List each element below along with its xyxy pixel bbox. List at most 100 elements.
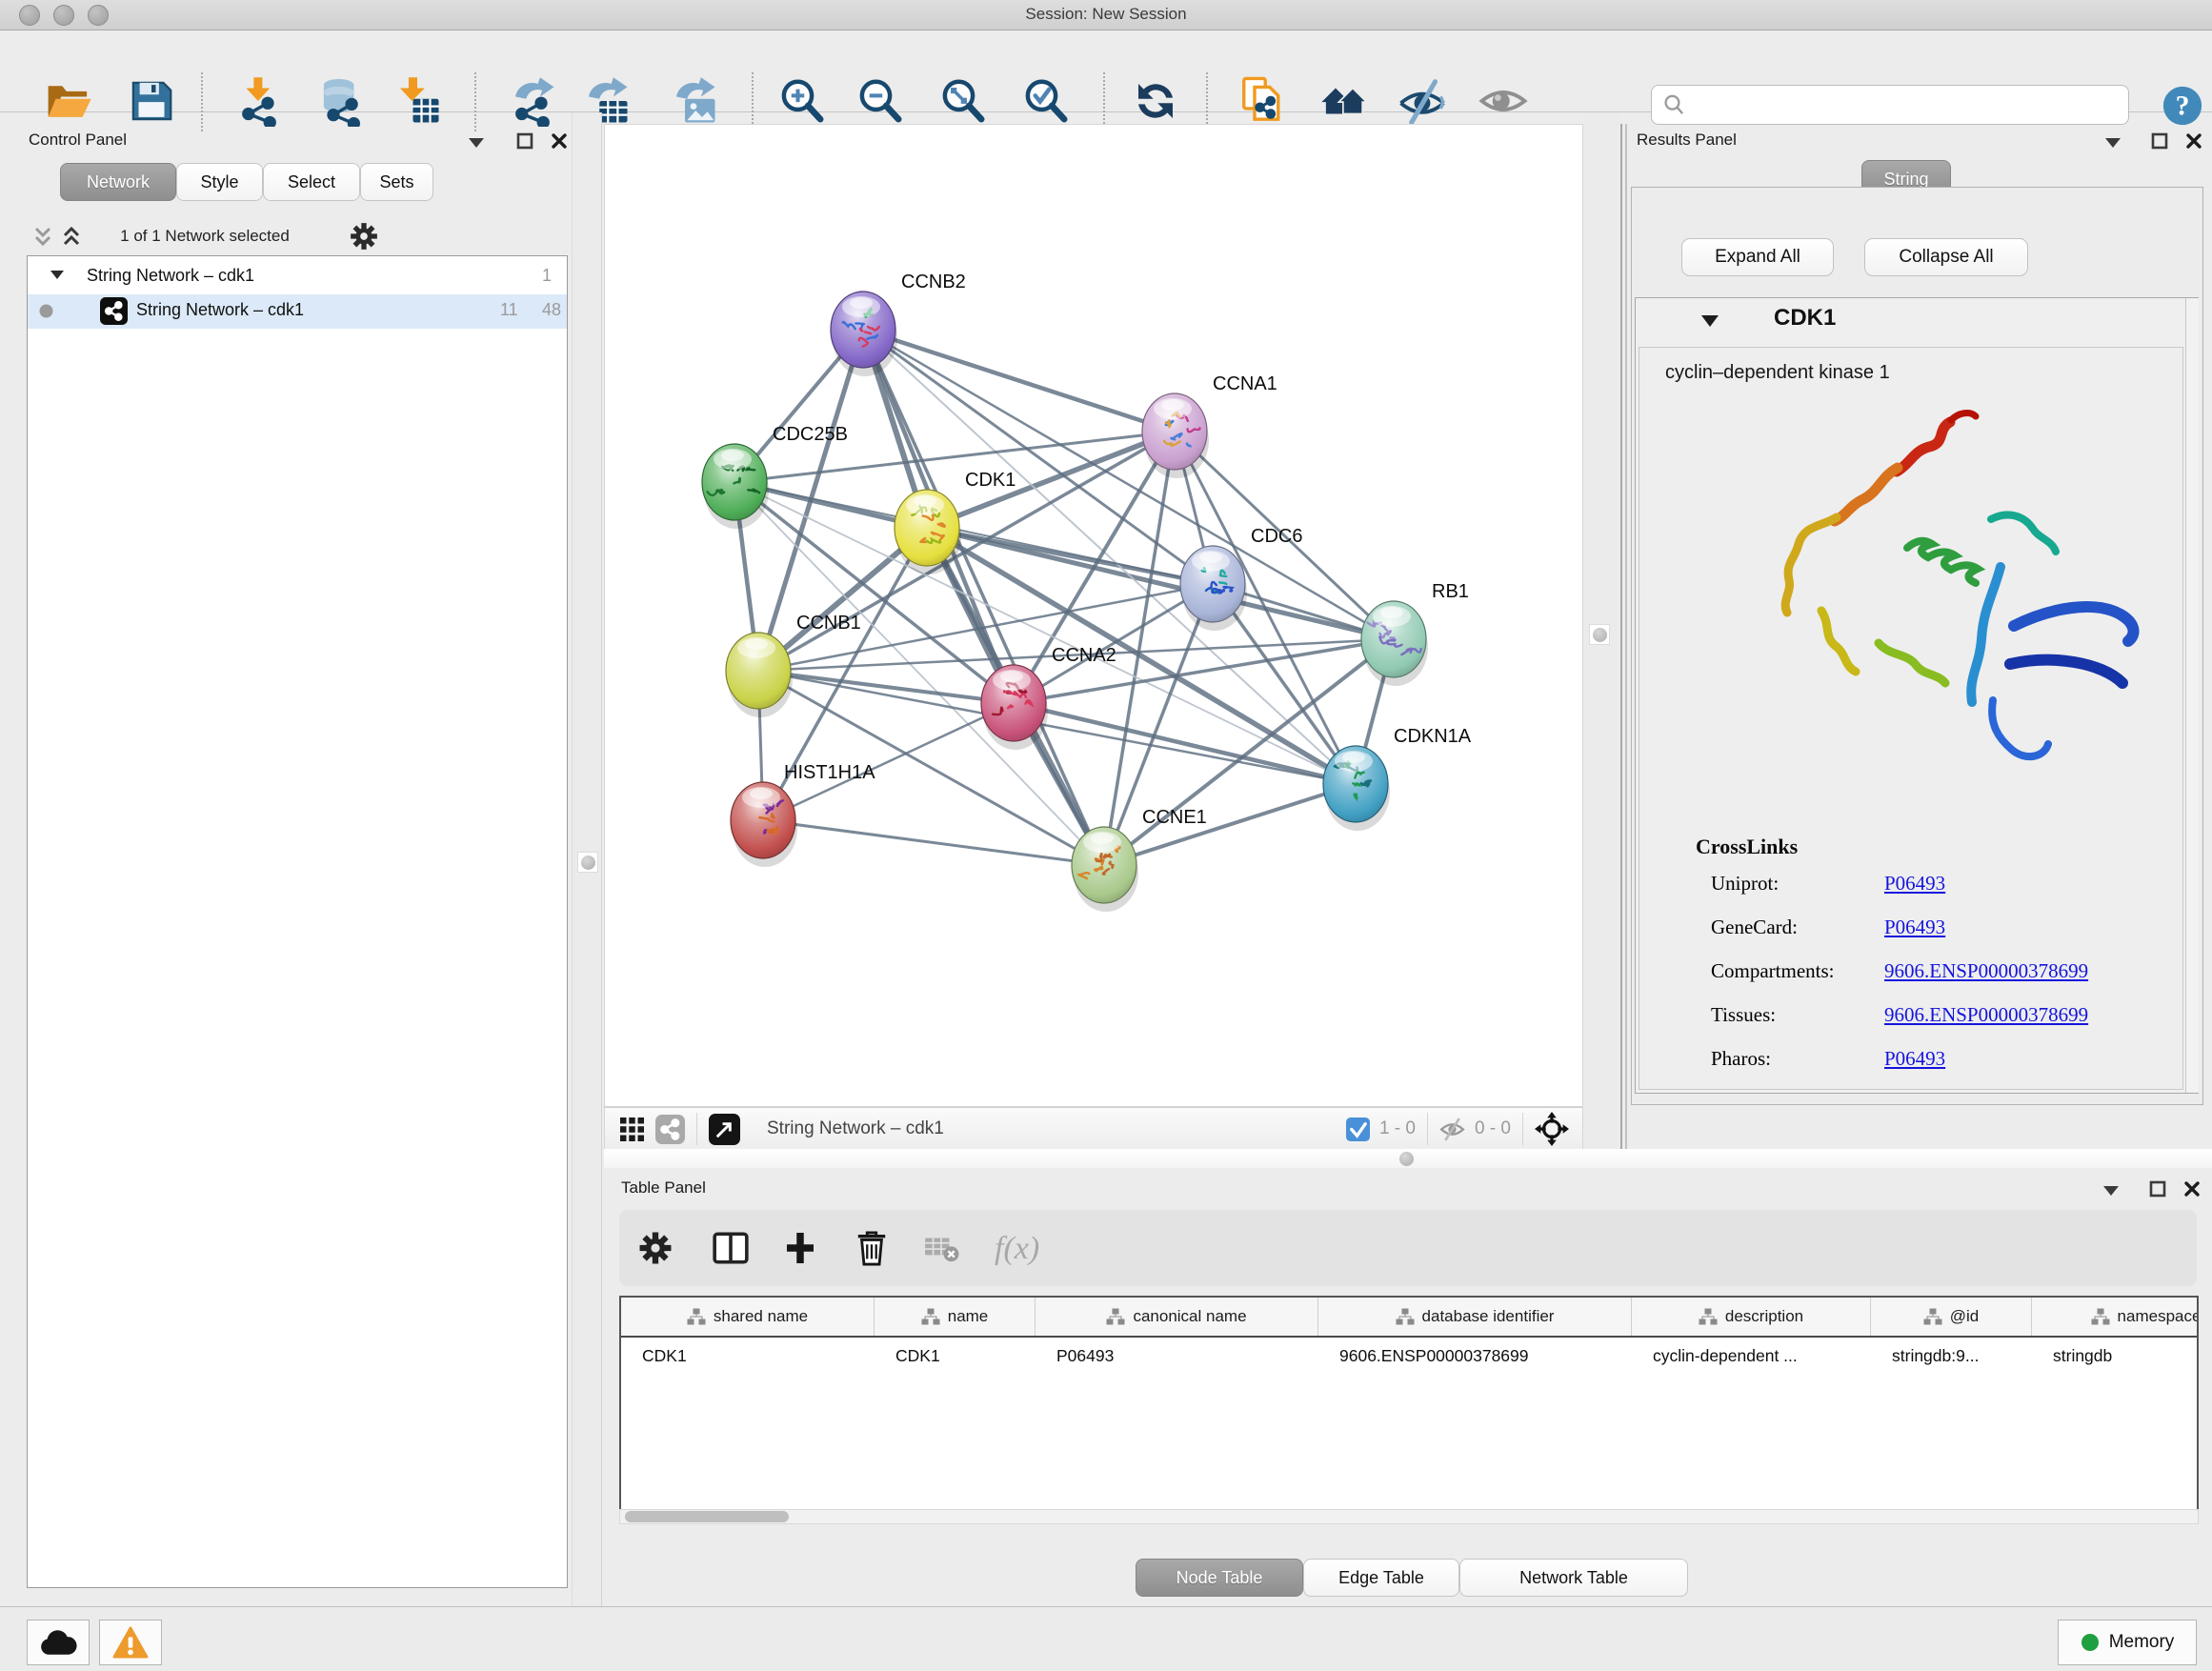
column-header-description[interactable]: description [1632, 1298, 1871, 1336]
collapse-all-button[interactable]: Collapse All [1864, 238, 2028, 276]
refresh-icon[interactable] [1128, 73, 1183, 129]
network-share-view-icon[interactable] [655, 1115, 685, 1144]
delete-table-icon [916, 1223, 966, 1273]
selected-checkbox-icon[interactable] [1346, 1117, 1370, 1141]
node-label-CDK1: CDK1 [965, 470, 1016, 491]
network-options-gear-icon[interactable] [349, 221, 379, 252]
selected-count: 1 - 0 [1379, 1118, 1416, 1139]
import-network-icon[interactable] [231, 73, 287, 129]
search-field[interactable] [1651, 85, 2129, 125]
control-panel-float-icon[interactable] [516, 132, 533, 150]
warning-status-button[interactable] [99, 1620, 162, 1665]
detach-view-icon[interactable] [709, 1114, 740, 1145]
import-table-icon[interactable] [390, 73, 445, 129]
results-scrollbar[interactable] [2185, 298, 2199, 1093]
node-label-CDKN1A: CDKN1A [1394, 726, 1472, 747]
zoom-selected-icon[interactable] [1018, 73, 1074, 129]
function-builder-icon: f(x) [986, 1223, 1056, 1273]
export-network-icon[interactable] [505, 73, 560, 129]
table-panel-title: Table Panel [621, 1178, 706, 1198]
network-canvas[interactable]: CCNB2CCNA1CDC25BCDK1CDC6RB1CCNB1CCNA2CDK… [604, 124, 1583, 1107]
table-cell[interactable]: CDK1 [621, 1346, 875, 1366]
left-splitter-handle[interactable] [577, 852, 598, 873]
expand-all-networks-icon[interactable] [61, 226, 82, 247]
node-label-CCNB2: CCNB2 [901, 272, 966, 292]
network-graph[interactable]: CCNB2CCNA1CDC25BCDK1CDC6RB1CCNB1CCNA2CDK… [605, 125, 1582, 1106]
search-input[interactable] [1694, 95, 2119, 115]
table-panel-float-icon[interactable] [2149, 1180, 2166, 1198]
control-panel-title: Control Panel [29, 131, 127, 150]
results-panel-close-icon[interactable] [2185, 132, 2202, 150]
protein-structure-image [1764, 405, 2174, 805]
left-splitter[interactable] [572, 112, 602, 1671]
node-table[interactable]: shared namenamecanonical namedatabase id… [619, 1296, 2199, 1509]
crosslink-link[interactable]: P06493 [1884, 916, 1945, 939]
column-header-databaseidentifier[interactable]: database identifier [1318, 1298, 1632, 1336]
table-cell[interactable]: 9606.ENSP00000378699 [1318, 1346, 1632, 1366]
table-settings-gear-icon[interactable] [631, 1223, 680, 1273]
help-icon[interactable]: ? [2155, 78, 2210, 133]
cloud-status-button[interactable] [27, 1620, 90, 1665]
grid-view-icon[interactable] [620, 1117, 644, 1141]
crosslink-link[interactable]: P06493 [1884, 1047, 1945, 1071]
hide-unselected-icon[interactable] [1395, 73, 1450, 129]
crosslink-link[interactable]: P06493 [1884, 872, 1945, 896]
hidden-eye-icon [1439, 1117, 1465, 1142]
table-hscrollbar-thumb[interactable] [625, 1511, 789, 1522]
delete-column-icon[interactable] [847, 1223, 896, 1273]
zoom-out-icon[interactable] [853, 73, 908, 129]
table-cell[interactable]: stringdb:9... [1871, 1346, 2032, 1366]
add-column-icon[interactable] [775, 1223, 825, 1273]
table-panel-collapse-icon[interactable] [2103, 1186, 2120, 1197]
show-all-icon[interactable] [1476, 73, 1531, 129]
network-edge-count: 48 [542, 300, 561, 320]
column-header-namespace[interactable]: namespace [2032, 1298, 2199, 1336]
collection-expand-icon[interactable] [50, 271, 64, 279]
save-session-icon[interactable] [124, 73, 179, 129]
right-splitter-handle[interactable] [1589, 624, 1610, 645]
results-panel-border [1620, 124, 1622, 1149]
horizontal-splitter-handle[interactable] [1399, 1152, 1414, 1166]
column-header-canonicalname[interactable]: canonical name [1036, 1298, 1318, 1336]
table-header-row: shared namenamecanonical namedatabase id… [621, 1298, 2197, 1338]
collapse-all-networks-icon[interactable] [32, 226, 53, 247]
tab-network[interactable]: Network [60, 163, 176, 201]
results-panel-float-icon[interactable] [2151, 132, 2168, 150]
tab-network-table[interactable]: Network Table [1459, 1559, 1688, 1597]
network-row-selected[interactable]: String Network – cdk1 11 48 [28, 294, 567, 329]
expand-all-button[interactable]: Expand All [1681, 238, 1834, 276]
column-header-id[interactable]: @id [1871, 1298, 2032, 1336]
zoom-fit-icon[interactable] [935, 73, 991, 129]
table-cell[interactable]: stringdb [2032, 1346, 2199, 1366]
table-cell[interactable]: cyclin-dependent ... [1632, 1346, 1871, 1366]
table-cell[interactable]: CDK1 [875, 1346, 1036, 1366]
zoom-in-icon[interactable] [774, 73, 830, 129]
table-panel-close-icon[interactable] [2183, 1180, 2201, 1198]
tab-style[interactable]: Style [176, 163, 263, 201]
home-icon[interactable] [1317, 73, 1372, 129]
table-hscrollbar[interactable] [619, 1509, 2199, 1524]
network-collection-row[interactable]: String Network – cdk1 1 [28, 260, 567, 294]
results-panel-collapse-icon[interactable] [2105, 138, 2122, 149]
crosslink-link[interactable]: 9606.ENSP00000378699 [1884, 1003, 2088, 1027]
protein-collapse-icon[interactable] [1701, 315, 1719, 327]
show-columns-icon[interactable] [706, 1223, 755, 1273]
column-header-sharedname[interactable]: shared name [621, 1298, 875, 1336]
open-session-icon[interactable] [41, 73, 96, 129]
control-panel-close-icon[interactable] [551, 132, 568, 150]
tab-sets[interactable]: Sets [360, 163, 433, 201]
tab-select[interactable]: Select [263, 163, 360, 201]
duplicate-network-icon[interactable] [1236, 73, 1291, 129]
birds-eye-view-icon[interactable] [1535, 1112, 1569, 1146]
control-panel-collapse-icon[interactable] [469, 138, 485, 149]
svg-text:?: ? [2176, 91, 2190, 122]
tab-node-table[interactable]: Node Table [1136, 1559, 1303, 1597]
table-cell[interactable]: P06493 [1036, 1346, 1318, 1366]
crosslink-link[interactable]: 9606.ENSP00000378699 [1884, 959, 2088, 983]
import-database-icon[interactable] [314, 73, 370, 129]
column-header-name[interactable]: name [875, 1298, 1036, 1336]
tab-edge-table[interactable]: Edge Table [1303, 1559, 1459, 1597]
memory-button[interactable]: Memory [2058, 1620, 2197, 1665]
table-row[interactable]: CDK1CDK1P064939606.ENSP00000378699cyclin… [621, 1338, 2197, 1374]
export-image-icon[interactable] [666, 73, 721, 129]
